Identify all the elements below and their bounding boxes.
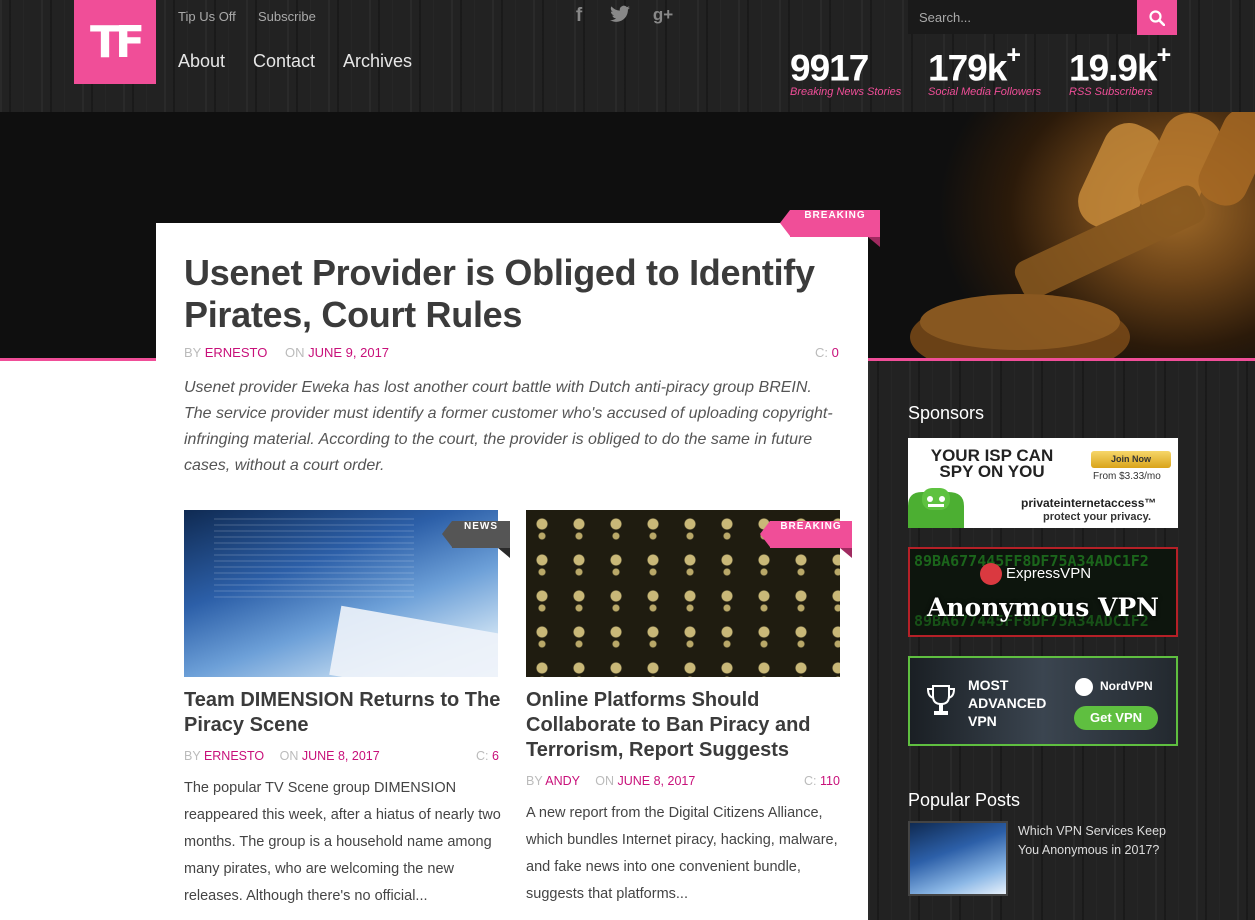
article-meta: BY ANDY ON JUNE 8, 2017 xyxy=(526,774,696,788)
popular-posts-heading: Popular Posts xyxy=(908,790,1021,810)
ad-pia-tagline: protect your privacy. xyxy=(1043,511,1151,523)
google-plus-icon[interactable]: g+ xyxy=(650,5,676,27)
tip-us-off-link[interactable]: Tip Us Off xyxy=(178,9,236,24)
by-label: BY xyxy=(184,345,202,360)
article-tag-breaking[interactable]: BREAKING xyxy=(760,521,852,558)
article-excerpt: A new report from the Digital Citizens A… xyxy=(526,805,838,902)
article-meta: BY ERNESTO ON JUNE 8, 2017 xyxy=(184,749,380,763)
gavel-image xyxy=(860,112,1255,358)
ad-pia-brand: privateinternetaccess™ xyxy=(1021,496,1157,510)
ad-nordvpn[interactable]: MOST ADVANCED VPN NordVPN Get VPN xyxy=(908,656,1178,746)
stat-news-stories: 9917 xyxy=(790,47,869,89)
nav-contact[interactable]: Contact xyxy=(253,51,315,72)
featured-title[interactable]: Usenet Provider is Obliged to Identify P… xyxy=(184,252,844,336)
article-tag-news[interactable]: NEWS xyxy=(442,521,510,558)
ad-pia-join-button[interactable]: Join Now xyxy=(1091,451,1171,468)
ad-nordvpn-headline: MOST ADVANCED VPN xyxy=(968,677,1047,729)
stat-social-label: Social Media Followers xyxy=(928,86,1042,98)
featured-author[interactable]: ERNESTO xyxy=(205,345,268,360)
article-author[interactable]: ERNESTO xyxy=(204,749,264,763)
stat-rss-label: RSS Subscribers xyxy=(1069,86,1153,98)
article-excerpt: The popular TV Scene group DIMENSION rea… xyxy=(184,780,501,904)
ad-nordvpn-button[interactable]: Get VPN xyxy=(1074,706,1158,730)
ad-expressvpn-headline: Anonymous VPN xyxy=(926,593,1160,622)
subscribe-link[interactable]: Subscribe xyxy=(258,9,316,24)
featured-excerpt: Usenet provider Eweka has lost another c… xyxy=(184,379,833,474)
featured-date[interactable]: JUNE 9, 2017 xyxy=(308,345,389,360)
pia-robot-icon xyxy=(908,484,964,528)
featured-meta: BY ERNESTO ON JUNE 9, 2017 xyxy=(184,345,389,360)
sponsors-heading: Sponsors xyxy=(908,403,985,423)
popular-post-thumbnail[interactable] xyxy=(908,821,1008,896)
search-icon xyxy=(1149,9,1165,26)
ad-pia-price: From $3.33/mo xyxy=(1093,471,1161,482)
search-input[interactable] xyxy=(908,0,1137,34)
search-button[interactable] xyxy=(1137,0,1177,35)
article-title[interactable]: Team DIMENSION Returns to The Piracy Sce… xyxy=(184,688,504,738)
article-title[interactable]: Online Platforms Should Collaborate to B… xyxy=(526,688,826,763)
ad-pia[interactable]: YOUR ISP CAN SPY ON YOU Join Now From $3… xyxy=(908,438,1178,528)
facebook-icon[interactable]: f xyxy=(568,5,590,27)
featured-comments[interactable]: C: 0 xyxy=(815,345,839,360)
stat-news-label: Breaking News Stories xyxy=(790,86,902,98)
ad-nordvpn-brand: NordVPN xyxy=(1100,679,1153,693)
stat-rss-subscribers: 19.9k+ xyxy=(1069,41,1171,89)
trophy-icon xyxy=(926,684,956,723)
featured-tag[interactable]: BREAKING xyxy=(780,210,880,247)
article-author[interactable]: ANDY xyxy=(545,774,580,788)
article-comments[interactable]: C: 110 xyxy=(804,774,840,788)
stat-social-followers: 179k+ xyxy=(928,41,1021,89)
nav-archives[interactable]: Archives xyxy=(343,51,412,72)
article-date[interactable]: JUNE 8, 2017 xyxy=(617,774,695,788)
logo-text: TF xyxy=(89,16,145,68)
ad-expressvpn-brand: ExpressVPN xyxy=(1006,565,1092,582)
expressvpn-logo-icon xyxy=(980,563,1002,585)
popular-post-title[interactable]: Which VPN Services Keep You Anonymous in… xyxy=(1018,822,1178,860)
ad-pia-headline: YOUR ISP CAN SPY ON YOU xyxy=(930,446,1054,481)
ad-expressvpn[interactable]: 89BA677445FF8DF75A34ADC1F2 89BA677445FF8… xyxy=(908,547,1178,637)
nordvpn-logo-icon xyxy=(1075,678,1093,696)
twitter-icon[interactable] xyxy=(609,5,631,27)
nav-about[interactable]: About xyxy=(178,51,225,72)
site-logo[interactable]: TF xyxy=(74,0,156,84)
on-label: ON xyxy=(284,345,305,360)
article-comments[interactable]: C: 6 xyxy=(476,749,499,763)
article-date[interactable]: JUNE 8, 2017 xyxy=(302,749,380,763)
